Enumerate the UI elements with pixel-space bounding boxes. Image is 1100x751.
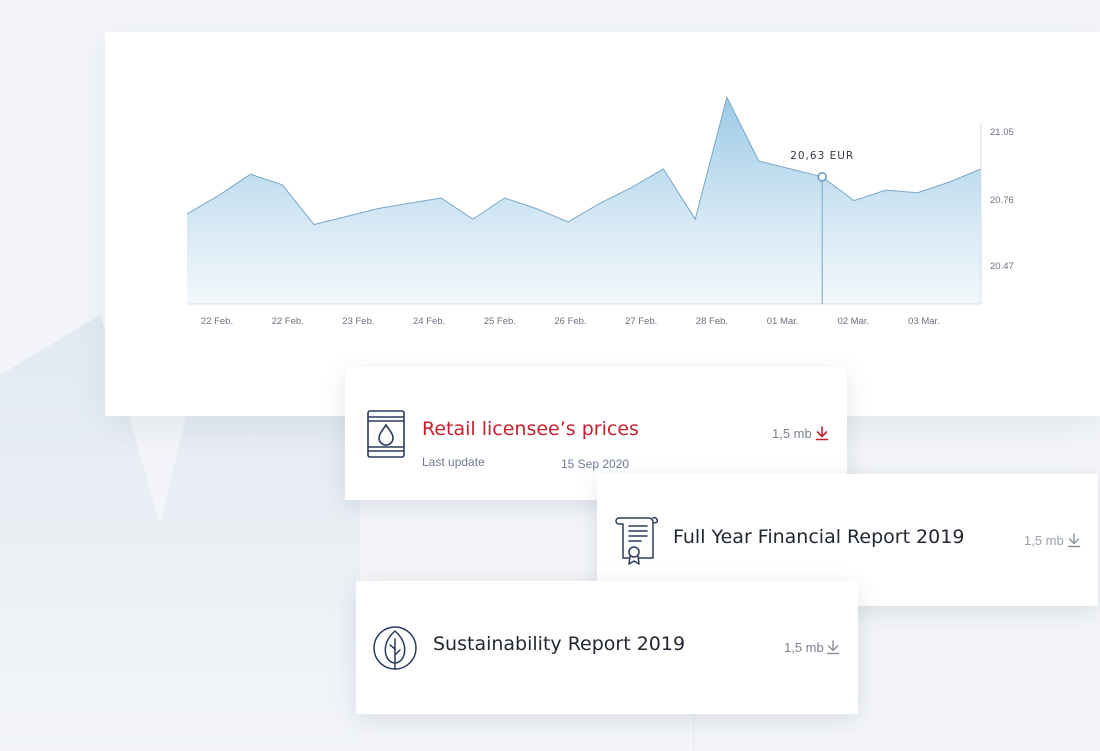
oil-barrel-icon (367, 410, 405, 458)
y-tick-label: 20.47 (990, 261, 1014, 272)
chart-area-fill (187, 97, 981, 304)
price-area-chart: 22 Feb. 22 Feb. 23 Feb. 24 Feb. 25 Feb. 26 Fe… (186, 95, 1014, 327)
download-icon[interactable] (1067, 533, 1081, 548)
y-tick-label: 21.05 (990, 127, 1014, 138)
y-tick-label: 20.76 (990, 195, 1014, 206)
last-update-label: Last update (422, 455, 485, 469)
x-tick-label: 27 Feb. (625, 316, 657, 327)
x-tick-label: 01 Mar. (767, 316, 799, 327)
file-card-sustainability-report[interactable]: Sustainability Report 2019 1,5 mb (356, 581, 858, 714)
x-tick-label: 25 Feb. (484, 316, 516, 327)
tooltip-point (817, 172, 828, 182)
tooltip-value-label: 20,63 EUR (790, 150, 854, 162)
file-size: 1,5 mb (784, 640, 824, 655)
download-icon[interactable] (815, 426, 829, 441)
file-title[interactable]: Retail licensee’s prices (422, 418, 639, 440)
x-tick-label: 02 Mar. (837, 316, 869, 327)
file-size: 1,5 mb (772, 426, 812, 441)
download-icon[interactable] (826, 640, 840, 655)
last-update-date: 15 Sep 2020 (561, 457, 630, 471)
x-tick-label: 03 Mar. (908, 316, 940, 327)
x-tick-label: 26 Feb. (554, 316, 586, 327)
x-tick-label: 28 Feb. (696, 316, 728, 327)
certificate-document-icon (615, 516, 659, 565)
leaf-icon (373, 626, 417, 670)
x-tick-label: 22 Feb. (272, 316, 304, 327)
price-chart-card: 22 Feb. 22 Feb. 23 Feb. 24 Feb. 25 Feb. 26 Fe… (105, 32, 1100, 416)
x-tick-label: 23 Feb. (342, 316, 374, 327)
file-title[interactable]: Sustainability Report 2019 (433, 633, 685, 655)
file-title[interactable]: Full Year Financial Report 2019 (673, 526, 964, 548)
x-tick-label: 24 Feb. (413, 316, 445, 327)
x-tick-label: 22 Feb. (201, 316, 233, 327)
file-size: 1,5 mb (1024, 533, 1064, 548)
